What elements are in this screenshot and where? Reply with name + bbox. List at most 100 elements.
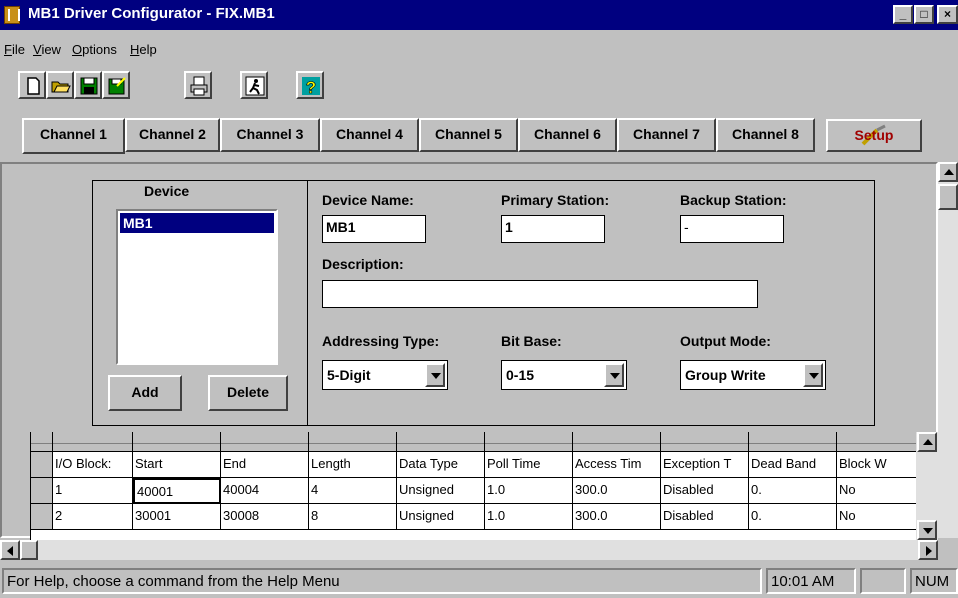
menu-file[interactable]: File — [4, 42, 25, 57]
grid-cell[interactable]: 0. — [749, 478, 837, 504]
main-vertical-scrollbar[interactable] — [938, 162, 958, 538]
bit-base-select[interactable]: 0-15 — [501, 360, 627, 390]
grid-cell[interactable]: 30008 — [221, 504, 309, 530]
setup-button[interactable]: Setup — [826, 119, 922, 152]
scroll-left-icon[interactable] — [0, 540, 20, 560]
device-caption: Device — [144, 183, 190, 199]
grid-cell[interactable]: 300.0 — [573, 478, 661, 504]
horizontal-scrollbar[interactable] — [0, 540, 938, 560]
column-header[interactable]: Data Type — [397, 452, 485, 478]
primary-station-field[interactable]: 1 — [501, 215, 605, 243]
grid-scroll-down-icon[interactable] — [917, 520, 937, 540]
save-as-button[interactable] — [102, 71, 130, 99]
window-title: MB1 Driver Configurator - FIX.MB1 — [28, 5, 275, 22]
output-mode-label: Output Mode: — [680, 333, 771, 349]
column-header[interactable]: Length — [309, 452, 397, 478]
help-button[interactable]: ? — [296, 71, 324, 99]
menu-help[interactable]: Help — [130, 42, 157, 57]
grid-corner — [31, 432, 53, 452]
scroll-right-icon[interactable] — [918, 540, 938, 560]
grid-header-spacer — [485, 432, 573, 452]
column-header[interactable]: Poll Time — [485, 452, 573, 478]
grid-cell[interactable]: 300.0 — [573, 504, 661, 530]
grid-cell[interactable]: 40004 — [221, 478, 309, 504]
description-field[interactable] — [322, 280, 758, 308]
chevron-down-icon[interactable] — [803, 363, 823, 387]
save-disk-icon — [80, 77, 98, 95]
grid-scroll-up-icon[interactable] — [917, 432, 937, 452]
chevron-down-icon[interactable] — [425, 363, 445, 387]
grid-cell[interactable]: 0. — [749, 504, 837, 530]
row-header[interactable] — [31, 452, 53, 478]
open-button[interactable] — [46, 71, 74, 99]
grid-header-spacer — [309, 432, 397, 452]
output-mode-select[interactable]: Group Write — [680, 360, 826, 390]
grid-header-spacer — [133, 432, 221, 452]
column-header[interactable]: Start — [133, 452, 221, 478]
app-icon[interactable] — [4, 6, 20, 24]
backup-station-field[interactable]: - — [680, 215, 784, 243]
device-list[interactable]: MB1 — [116, 209, 278, 365]
chevron-down-icon[interactable] — [604, 363, 624, 387]
tab-channel-4[interactable]: Channel 4 — [320, 118, 419, 152]
scroll-up-icon[interactable] — [938, 162, 958, 182]
svg-text:?: ? — [306, 78, 316, 96]
column-header[interactable]: End — [221, 452, 309, 478]
grid-cell[interactable]: Unsigned — [397, 504, 485, 530]
column-header[interactable]: Block W — [837, 452, 916, 478]
save-button[interactable] — [74, 71, 102, 99]
menu-view[interactable]: View — [33, 42, 61, 57]
row-header[interactable] — [31, 504, 53, 530]
delete-button[interactable]: Delete — [208, 375, 288, 411]
grid-cell[interactable]: Unsigned — [397, 478, 485, 504]
new-button[interactable] — [18, 71, 46, 99]
column-header[interactable]: Access Tim — [573, 452, 661, 478]
hscroll-thumb[interactable] — [20, 540, 38, 560]
add-button[interactable]: Add — [108, 375, 182, 411]
column-header[interactable]: Dead Band — [749, 452, 837, 478]
column-header[interactable]: I/O Block: — [53, 452, 133, 478]
menu-options[interactable]: Options — [72, 42, 117, 57]
exit-button[interactable] — [240, 71, 268, 99]
output-mode-value: Group Write — [685, 367, 766, 383]
bit-base-label: Bit Base: — [501, 333, 562, 349]
grid-cell[interactable]: 4 — [309, 478, 397, 504]
row-header[interactable] — [31, 478, 53, 504]
device-name-field[interactable]: MB1 — [322, 215, 426, 243]
grid-cell[interactable]: 8 — [309, 504, 397, 530]
grid-header-spacer — [661, 432, 749, 452]
grid-cell[interactable]: 30001 — [133, 504, 221, 530]
grid-cell[interactable]: No — [837, 478, 916, 504]
grid-cell[interactable]: 2 — [53, 504, 133, 530]
tab-channel-1[interactable]: Channel 1 — [22, 118, 125, 154]
minimize-button[interactable]: _ — [893, 5, 913, 24]
grid-header-spacer — [397, 432, 485, 452]
print-button[interactable] — [184, 71, 212, 99]
tab-channel-8[interactable]: Channel 8 — [716, 118, 815, 152]
addressing-type-label: Addressing Type: — [322, 333, 440, 349]
grid-cell-selected[interactable]: 40001 — [133, 478, 221, 504]
print-icon — [190, 76, 208, 96]
addressing-type-select[interactable]: 5-Digit — [322, 360, 448, 390]
maximize-button[interactable]: □ — [914, 5, 934, 24]
scroll-thumb[interactable] — [938, 184, 958, 210]
menu-help-rest: elp — [139, 42, 157, 57]
grid-cell[interactable]: 1 — [53, 478, 133, 504]
tab-channel-7[interactable]: Channel 7 — [617, 118, 716, 152]
grid-cell[interactable]: Disabled — [661, 478, 749, 504]
io-block-grid: I/O Block: Start End Length Data Type Po… — [30, 432, 916, 540]
status-message: For Help, choose a command from the Help… — [2, 568, 762, 594]
tab-channel-5[interactable]: Channel 5 — [419, 118, 518, 152]
tab-channel-6[interactable]: Channel 6 — [518, 118, 617, 152]
tab-channel-3[interactable]: Channel 3 — [220, 118, 320, 152]
grid-cell[interactable]: Disabled — [661, 504, 749, 530]
tab-channel-2[interactable]: Channel 2 — [125, 118, 220, 152]
grid-cell[interactable]: 1.0 — [485, 478, 573, 504]
grid-cell[interactable]: No — [837, 504, 916, 530]
grid-cell[interactable]: 1.0 — [485, 504, 573, 530]
column-header[interactable]: Exception T — [661, 452, 749, 478]
device-list-item[interactable]: MB1 — [120, 213, 274, 233]
grid-vertical-scrollbar[interactable] — [916, 432, 938, 540]
close-button[interactable]: × — [937, 5, 958, 24]
menu-view-rest: iew — [41, 42, 61, 57]
